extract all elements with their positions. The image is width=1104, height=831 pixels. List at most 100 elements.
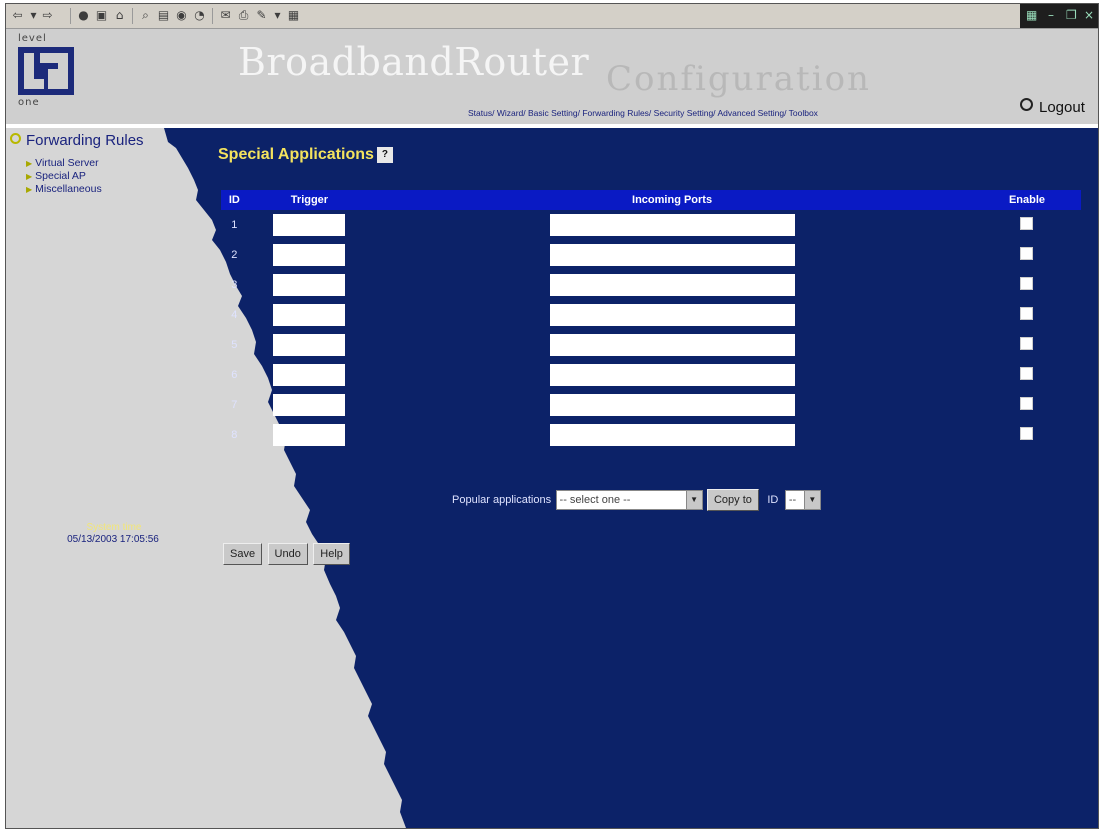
row-id: 3 [231, 279, 238, 291]
select-value: -- select one -- [559, 494, 631, 506]
stop-icon[interactable]: ● [76, 8, 91, 23]
enable-cell [973, 390, 1081, 420]
popular-applications-select[interactable]: -- select one -- ▼ [555, 490, 703, 510]
top-nav-links[interactable]: Status/ Wizard/ Basic Setting/ Forwardin… [468, 108, 818, 118]
sidebar-item-miscellaneous[interactable]: ▶ Miscellaneous [26, 183, 102, 195]
media-icon[interactable]: ◉ [174, 8, 189, 23]
trigger-input[interactable] [273, 394, 346, 416]
trigger-cell [248, 390, 371, 420]
help-icon[interactable]: ? [376, 147, 393, 163]
enable-cell [973, 300, 1081, 330]
level-one-logo: level one [16, 33, 78, 111]
incoming-ports-input[interactable] [549, 244, 795, 266]
incoming-ports-input[interactable] [549, 334, 795, 356]
select-value: -- [788, 494, 797, 506]
trigger-input[interactable] [273, 334, 346, 356]
incoming-ports-input[interactable] [549, 274, 795, 296]
enable-checkbox[interactable] [1020, 277, 1034, 290]
forward-icon[interactable]: ⇨ [40, 8, 55, 23]
favorites-icon[interactable]: ▤ [156, 8, 171, 23]
trigger-cell [248, 330, 371, 360]
help-button[interactable]: Help [313, 543, 350, 565]
enable-checkbox[interactable] [1020, 307, 1034, 320]
restore-icon[interactable]: ❐ [1066, 8, 1077, 22]
windows-logo-icon: ▦ [1026, 8, 1038, 22]
content-area: Forwarding Rules ▶ Virtual Server ▶ Specia… [6, 128, 1098, 828]
table-row: 5 [221, 330, 1081, 360]
dropdown-arrow-icon[interactable]: ▾ [26, 8, 41, 23]
dropdown-arrow-icon[interactable]: ▾ [270, 8, 285, 23]
save-button[interactable]: Save [223, 543, 263, 565]
logo-text-bottom: one [18, 97, 40, 108]
brand-title: BroadbandRouter [238, 40, 590, 84]
close-icon[interactable]: × [1084, 8, 1094, 22]
enable-checkbox[interactable] [1020, 217, 1034, 230]
trigger-input[interactable] [273, 244, 346, 266]
table-row: 3 [221, 270, 1081, 300]
windows-throbber: ▦ – ❐ × [1020, 4, 1098, 28]
page-title: Special Applications? [218, 146, 393, 164]
row-id: 4 [231, 309, 238, 321]
back-icon[interactable]: ⇦ [10, 8, 25, 23]
brand-subtitle: Configuration [606, 59, 871, 99]
incoming-ports-input[interactable] [549, 214, 795, 236]
trigger-input[interactable] [273, 274, 346, 296]
row-id: 1 [231, 219, 238, 231]
sidebar-item-label: Miscellaneous [35, 183, 102, 195]
special-applications-table: ID Trigger Incoming Ports Enable 1 2 3 4 5 6 7… [221, 190, 1081, 450]
row-id: 2 [231, 249, 238, 261]
trigger-input[interactable] [273, 304, 346, 326]
incoming-ports-cell [371, 420, 973, 450]
sidebar-item-label: Special AP [35, 170, 86, 182]
incoming-ports-cell [371, 240, 973, 270]
enable-checkbox[interactable] [1020, 247, 1034, 260]
enable-cell [973, 330, 1081, 360]
popular-applications-bar: Popular applications -- select one -- ▼ … [452, 489, 821, 511]
trigger-input[interactable] [273, 214, 346, 236]
trigger-cell [248, 300, 371, 330]
chevron-down-icon: ▼ [685, 491, 702, 509]
radio-circle-icon [10, 133, 21, 144]
chevron-down-icon: ▼ [803, 491, 820, 509]
copy-to-button[interactable]: Copy to [706, 489, 759, 511]
mail-icon[interactable]: ✉ [218, 8, 233, 23]
enable-checkbox[interactable] [1020, 397, 1034, 410]
radio-circle-icon [1020, 98, 1033, 111]
refresh-icon[interactable]: ▣ [94, 8, 109, 23]
history-icon[interactable]: ◔ [192, 8, 207, 23]
discuss-icon[interactable]: ▦ [286, 8, 301, 23]
search-icon[interactable]: ⌕ [138, 8, 153, 23]
incoming-ports-input[interactable] [549, 394, 795, 416]
browser-toolbar: ⇦ ▾ ⇨ ● ▣ ⌂ ⌕ ▤ ◉ ◔ ✉ ⎙ ✎ ▾ ▦ ▦ – ❐ × [6, 4, 1098, 29]
minimize-icon[interactable]: – [1048, 8, 1054, 22]
toolbar-separator [70, 8, 71, 24]
page-title-text: Special Applications [218, 146, 374, 163]
trigger-input[interactable] [273, 424, 346, 446]
sidebar-item-special-ap[interactable]: ▶ Special AP [26, 170, 86, 182]
triangle-right-icon: ▶ [26, 172, 33, 181]
id-select[interactable]: -- ▼ [784, 490, 821, 510]
sidebar-item-virtual-server[interactable]: ▶ Virtual Server [26, 157, 99, 169]
page-header: level one Configuration BroadbandRouter … [6, 29, 1098, 125]
trigger-cell [248, 270, 371, 300]
home-icon[interactable]: ⌂ [112, 8, 127, 23]
system-time-label: System time [86, 522, 142, 533]
toolbar-separator [212, 8, 213, 24]
enable-checkbox[interactable] [1020, 367, 1034, 380]
incoming-ports-input[interactable] [549, 304, 795, 326]
enable-cell [973, 210, 1081, 240]
popular-applications-label: Popular applications [452, 494, 552, 506]
triangle-right-icon: ▶ [26, 185, 33, 194]
sidebar-section-title[interactable]: Forwarding Rules [10, 132, 144, 149]
logout-link[interactable]: Logout [1020, 98, 1085, 116]
undo-button[interactable]: Undo [267, 543, 308, 565]
incoming-ports-input[interactable] [549, 424, 795, 446]
trigger-input[interactable] [273, 364, 346, 386]
incoming-ports-cell [371, 360, 973, 390]
edit-icon[interactable]: ✎ [254, 8, 269, 23]
print-icon[interactable]: ⎙ [236, 8, 251, 23]
row-id: 5 [231, 339, 238, 351]
enable-checkbox[interactable] [1020, 427, 1034, 440]
enable-checkbox[interactable] [1020, 337, 1034, 350]
incoming-ports-input[interactable] [549, 364, 795, 386]
